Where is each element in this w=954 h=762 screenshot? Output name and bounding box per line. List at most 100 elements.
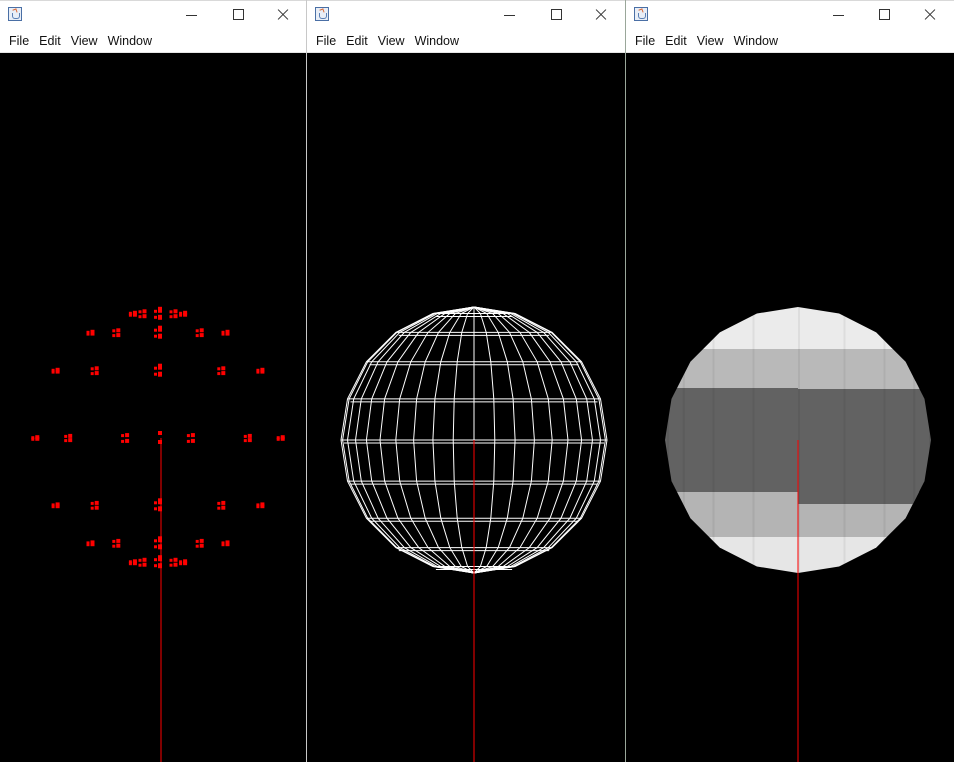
menu-edit[interactable]: Edit <box>341 30 373 52</box>
vertex-point <box>158 334 162 339</box>
vertex-point <box>179 313 183 317</box>
vertex-point <box>221 366 226 371</box>
vertex-point <box>225 540 230 545</box>
vertex-point <box>173 309 178 314</box>
wireframe-window: File Edit View Window <box>306 0 626 762</box>
vertex-point <box>221 500 226 505</box>
vertex-point <box>68 438 73 443</box>
close-icon[interactable] <box>589 5 613 25</box>
vertex-point <box>51 370 55 374</box>
title-bar[interactable] <box>0 0 306 30</box>
vertex-point <box>138 315 142 319</box>
vertex-point <box>183 559 188 564</box>
vertex-point <box>154 501 157 505</box>
vertex-point <box>173 557 178 562</box>
vertex-point <box>199 328 204 333</box>
vertex-point <box>186 439 190 443</box>
vertex-point <box>154 372 157 376</box>
vertex-point <box>94 500 99 505</box>
vertex-point <box>116 538 121 543</box>
menu-view[interactable]: View <box>692 30 729 52</box>
menu-view[interactable]: View <box>66 30 103 52</box>
menu-window[interactable]: Window <box>103 30 157 52</box>
vertex-point <box>183 310 188 315</box>
vertex-point <box>221 505 226 510</box>
vertex-point <box>138 310 142 314</box>
vertex-point <box>169 558 173 562</box>
solid-window: File Edit View Window <box>625 0 954 762</box>
vertex-point <box>94 505 99 510</box>
minimize-icon[interactable] <box>180 5 204 25</box>
vertex-point <box>112 544 116 548</box>
vertex-point <box>199 543 204 548</box>
vertex-point <box>217 501 221 505</box>
facet-edge <box>712 307 715 573</box>
menu-bar: File Edit View Window <box>626 30 954 53</box>
menu-file[interactable]: File <box>311 30 341 52</box>
vertex-point <box>132 310 137 315</box>
vertex-point <box>138 558 142 562</box>
close-icon[interactable] <box>918 5 942 25</box>
vertex-point <box>90 329 95 334</box>
vertex-point <box>195 334 199 338</box>
title-bar[interactable] <box>626 0 954 30</box>
vertex-point <box>154 315 157 319</box>
vertex-point <box>68 433 73 438</box>
vertex-point <box>116 328 121 333</box>
menu-view[interactable]: View <box>373 30 410 52</box>
vertex-point <box>221 371 226 376</box>
maximize-icon[interactable] <box>872 5 896 25</box>
vertex-point <box>199 333 204 338</box>
vertex-point <box>154 334 157 338</box>
vertex-point <box>116 543 121 548</box>
vertex-point <box>195 544 199 548</box>
facet-edge <box>667 307 669 573</box>
close-icon[interactable] <box>271 5 295 25</box>
vertex-point <box>138 563 142 567</box>
vertex-point <box>116 333 121 338</box>
vertex-point <box>173 314 178 319</box>
vertex-point <box>256 505 260 509</box>
render-canvas[interactable] <box>0 53 306 762</box>
vertex-point <box>260 502 265 507</box>
java-cup-icon[interactable] <box>315 7 329 21</box>
vertex-point <box>90 501 94 505</box>
facet-edge <box>752 307 755 573</box>
vertex-point <box>90 506 94 510</box>
vertex-point <box>243 434 247 438</box>
vertex-point <box>158 315 162 320</box>
menu-edit[interactable]: Edit <box>34 30 66 52</box>
vertex-point <box>158 306 162 311</box>
vertex-point <box>121 439 125 443</box>
render-canvas[interactable] <box>626 53 954 762</box>
vertex-point <box>31 437 35 441</box>
java-cup-icon[interactable] <box>634 7 648 21</box>
java-cup-icon[interactable] <box>8 7 22 21</box>
menu-file[interactable]: File <box>4 30 34 52</box>
minimize-icon[interactable] <box>827 5 851 25</box>
menu-window[interactable]: Window <box>410 30 464 52</box>
menu-window[interactable]: Window <box>729 30 783 52</box>
vertex-point <box>128 313 132 317</box>
vertex-point <box>86 332 90 336</box>
menu-edit[interactable]: Edit <box>660 30 692 52</box>
maximize-icon[interactable] <box>226 5 250 25</box>
vertex-point <box>199 538 204 543</box>
minimize-icon[interactable] <box>498 5 522 25</box>
menu-file[interactable]: File <box>630 30 660 52</box>
vertex-point <box>154 558 157 562</box>
title-bar[interactable] <box>307 0 626 30</box>
vertex-point <box>154 366 157 370</box>
vertex-point <box>51 505 55 509</box>
render-canvas[interactable] <box>307 53 626 762</box>
vertex-point <box>128 562 132 566</box>
menu-bar: File Edit View Window <box>307 30 626 53</box>
vertex-point <box>243 439 247 443</box>
maximize-icon[interactable] <box>544 5 568 25</box>
vertex-point <box>169 315 173 319</box>
facet-edge <box>843 307 846 573</box>
vertex-point <box>154 328 157 332</box>
vertex-point <box>217 372 221 376</box>
vertex-point <box>154 539 157 543</box>
vertex-point <box>35 435 40 440</box>
